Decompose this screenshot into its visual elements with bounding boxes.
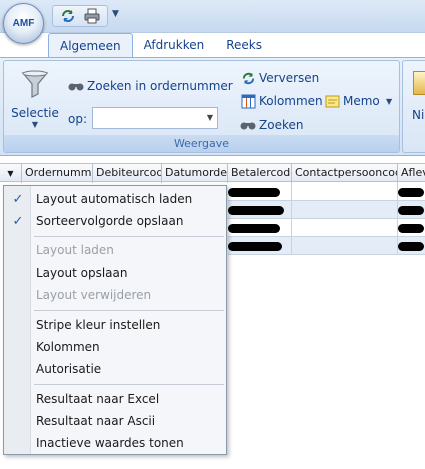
ribbon-tabs: Algemeen Afdrukken Reeks	[48, 33, 273, 57]
zoeken-label: Zoeken	[259, 118, 304, 132]
document-icon	[413, 71, 425, 95]
memo-note-icon	[324, 93, 340, 109]
redacted-cell	[228, 205, 284, 215]
grid-header: ▼ Ordernummer Debiteurcode Datumorder Be…	[0, 163, 425, 183]
redacted-cell	[398, 223, 424, 233]
menu-item-resultaat-naar-ascii[interactable]: Resultaat naar Ascii	[4, 410, 226, 432]
zoeken-button[interactable]: Zoeken	[240, 116, 303, 134]
ribbon-group-label: Weergave	[4, 135, 399, 152]
selectie-button[interactable]: Selectie ▼	[11, 67, 59, 129]
column-header-aflev[interactable]: Aflev	[398, 164, 425, 183]
next-group-button[interactable]: Ni	[412, 108, 424, 122]
column-header-debiteurcode[interactable]: Debiteurcode	[93, 164, 162, 183]
table-row[interactable]	[228, 219, 425, 237]
kolommen-label: Kolommen	[259, 94, 323, 108]
selectie-label: Selectie	[11, 106, 59, 120]
chevron-down-icon: ▼	[31, 120, 39, 129]
redacted-cell	[398, 205, 424, 215]
refresh-icon[interactable]	[59, 7, 77, 25]
menu-item-sorteervolgorde-opslaan[interactable]: ✓ Sorteervolgorde opslaan	[4, 210, 226, 232]
grid-context-menu: ✓ Layout automatisch laden ✓ Sorteervolg…	[3, 185, 227, 455]
columns-icon	[240, 93, 256, 109]
menu-item-label: Inactieve waardes tonen	[36, 436, 184, 450]
table-row[interactable]	[228, 237, 425, 255]
op-label: op:	[68, 112, 88, 126]
column-header-contactpersooncode[interactable]: Contactpersooncode	[292, 164, 398, 183]
zoeken-in-ordernummer-button[interactable]: Zoeken in ordernummer	[68, 77, 233, 95]
menu-item-layout-opslaan[interactable]: Layout opslaan	[4, 262, 226, 284]
menu-item-label: Sorteervolgorde opslaan	[36, 214, 184, 228]
column-header-ordernummer[interactable]: Ordernummer	[22, 164, 93, 183]
title-bar: ▼	[0, 0, 425, 33]
menu-item-label: Stripe kleur instellen	[36, 318, 161, 332]
redacted-cell	[398, 187, 424, 197]
binoculars-icon	[68, 78, 84, 94]
redacted-cell	[228, 241, 282, 251]
redacted-cell	[228, 223, 280, 233]
column-header-datumorder[interactable]: Datumorder	[162, 164, 228, 183]
application-button[interactable]: AMF	[3, 3, 44, 44]
checkmark-icon: ✓	[12, 213, 24, 229]
zoeken-in-label: Zoeken in ordernummer	[87, 79, 233, 93]
menu-item-label: Resultaat naar Ascii	[36, 414, 156, 428]
checkmark-icon: ✓	[12, 191, 24, 207]
quick-access-toolbar	[52, 5, 108, 27]
ribbon-group-weergave: Selectie ▼ Zoeken in ordernummer op: ▼ V…	[3, 60, 400, 153]
menu-item-label: Layout verwijderen	[36, 288, 152, 302]
ribbon-group-next: Ni	[402, 60, 425, 153]
kolommen-button[interactable]: Kolommen	[240, 92, 323, 110]
menu-separator	[34, 384, 224, 385]
table-row[interactable]	[228, 183, 425, 201]
binoculars-icon	[240, 117, 256, 133]
menu-item-layout-laden: Layout laden	[4, 239, 226, 261]
chevron-down-icon[interactable]: ▼	[207, 113, 213, 122]
menu-item-autorisatie[interactable]: Autorisatie	[4, 358, 226, 380]
menu-item-layout-automatisch-laden[interactable]: ✓ Layout automatisch laden	[4, 188, 226, 210]
filter-funnel-icon	[20, 69, 50, 102]
verversen-label: Verversen	[259, 71, 320, 85]
menu-separator	[34, 310, 224, 311]
column-header-betalercode[interactable]: Betalercode	[228, 164, 292, 183]
refresh-icon	[240, 70, 256, 86]
tab-reeks[interactable]: Reeks	[215, 33, 273, 57]
redacted-cell	[398, 241, 424, 251]
menu-item-label: Autorisatie	[36, 362, 102, 376]
memo-button[interactable]: Memo	[324, 92, 380, 110]
tab-algemeen[interactable]: Algemeen	[48, 33, 133, 57]
menu-item-label: Layout automatisch laden	[36, 192, 193, 206]
memo-label: Memo	[343, 94, 380, 108]
menu-item-kolommen[interactable]: Kolommen	[4, 336, 226, 358]
table-row[interactable]	[228, 201, 425, 219]
app-logo: AMF	[12, 18, 35, 29]
tab-afdrukken[interactable]: Afdrukken	[133, 33, 216, 57]
menu-item-label: Resultaat naar Excel	[36, 392, 160, 406]
customize-quick-access-icon[interactable]: ▼	[112, 9, 120, 23]
menu-item-label: Layout opslaan	[36, 266, 128, 280]
printer-icon[interactable]	[83, 7, 101, 25]
menu-item-resultaat-naar-excel[interactable]: Resultaat naar Excel	[4, 388, 226, 410]
menu-item-stripe-kleur-instellen[interactable]: Stripe kleur instellen	[4, 314, 226, 336]
menu-item-label: Kolommen	[36, 340, 100, 354]
chevron-down-icon[interactable]: ▼	[386, 92, 392, 110]
ribbon: Selectie ▼ Zoeken in ordernummer op: ▼ V…	[0, 57, 425, 156]
menu-item-label: Layout laden	[36, 243, 114, 257]
redacted-cell	[228, 187, 280, 197]
menu-item-inactieve-waardes-tonen[interactable]: Inactieve waardes tonen	[4, 432, 226, 454]
menu-item-layout-verwijderen: Layout verwijderen	[4, 284, 226, 306]
menu-separator	[34, 236, 224, 237]
column-chooser-toggle[interactable]: ▼	[0, 164, 22, 183]
op-search-combobox[interactable]: ▼	[92, 107, 218, 129]
verversen-button[interactable]: Verversen	[240, 69, 319, 87]
